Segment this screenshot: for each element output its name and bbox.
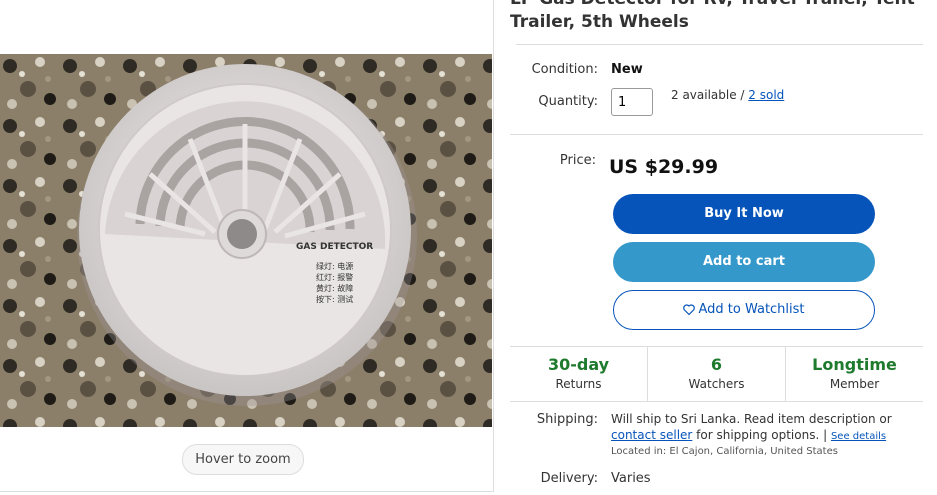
price-value: US $29.99 xyxy=(609,156,719,178)
product-label-line-4: 按下: 测试 xyxy=(316,294,353,304)
product-image[interactable]: GAS DETECTOR 绿灯: 电源 红灯: 报警 黄灯: 故障 按下: 测试 xyxy=(0,54,492,427)
product-label-gas-detector: GAS DETECTOR xyxy=(296,242,373,252)
product-label-line-2: 红灯: 报警 xyxy=(316,272,353,282)
condition-value: New xyxy=(611,62,643,77)
see-details-link[interactable]: See details xyxy=(831,431,886,442)
item-location: Located in: El Cajon, California, United… xyxy=(611,446,838,457)
shipping-text-1: Will ship to Sri Lanka. Read item descri… xyxy=(611,412,892,426)
stats-bar: 30-day Returns 6 Watchers Longtime Membe… xyxy=(510,346,923,402)
stat-label: Member xyxy=(829,377,880,391)
divider xyxy=(516,44,923,45)
stat-label: Watchers xyxy=(688,377,745,391)
sold-link[interactable]: 2 sold xyxy=(748,88,784,102)
stat-watchers: 6 Watchers xyxy=(648,347,786,401)
quantity-label: Quantity: xyxy=(538,94,598,109)
shipping-info: Will ship to Sri Lanka. Read item descri… xyxy=(611,411,911,445)
heart-icon xyxy=(683,304,696,316)
stat-label: Returns xyxy=(555,377,602,391)
availability-text: 2 available / 2 sold xyxy=(671,88,784,102)
quantity-input[interactable] xyxy=(611,88,653,116)
price-label: Price: xyxy=(559,153,596,168)
delivery-value: Varies xyxy=(611,471,651,486)
listing-title: LP Gas Detector for Rv, Travel Trailer, … xyxy=(510,0,915,32)
contact-seller-link[interactable]: contact seller xyxy=(611,428,692,442)
available-count: 2 available / xyxy=(671,88,749,102)
shipping-label: Shipping: xyxy=(536,412,598,427)
hover-to-zoom-pill: Hover to zoom xyxy=(182,444,304,475)
stat-member: Longtime Member xyxy=(786,347,923,401)
product-label-line-1: 绿灯: 电源 xyxy=(316,261,353,271)
stat-value: Longtime xyxy=(812,355,897,374)
add-to-watchlist-button[interactable]: Add to Watchlist xyxy=(613,290,875,330)
add-to-cart-button[interactable]: Add to cart xyxy=(613,242,875,282)
condition-label: Condition: xyxy=(531,62,598,77)
delivery-label: Delivery: xyxy=(540,471,598,486)
divider xyxy=(510,134,923,135)
stat-value: 6 xyxy=(710,355,723,374)
stat-returns: 30-day Returns xyxy=(510,347,648,401)
image-gallery: GAS DETECTOR 绿灯: 电源 红灯: 报警 黄灯: 故障 按下: 测试… xyxy=(0,0,494,492)
shipping-text-2: for shipping options. | xyxy=(692,428,831,442)
watchlist-label: Add to Watchlist xyxy=(698,302,805,317)
buy-it-now-button[interactable]: Buy It Now xyxy=(613,194,875,234)
stat-value: 30-day xyxy=(547,355,610,374)
product-label-line-3: 黄灯: 故障 xyxy=(316,283,353,293)
